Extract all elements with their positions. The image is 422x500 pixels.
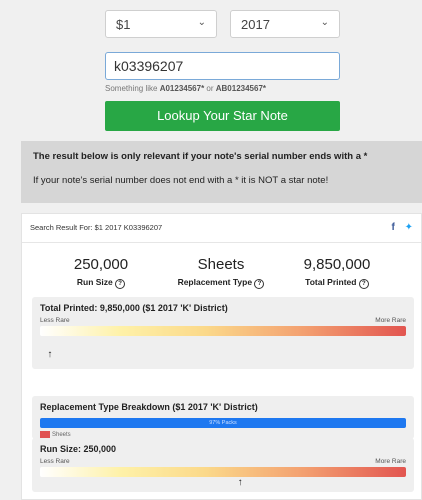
star-note-notice: The result below is only relevant if you… [21, 141, 422, 203]
facebook-icon[interactable]: f [391, 222, 394, 233]
question-icon[interactable]: ? [115, 279, 126, 289]
run-size-card: Run Size: 250,000 Less Rare More Rare ↑ [32, 438, 414, 492]
stat-label: Run Size [76, 277, 113, 287]
packs-bar: 97% Packs [40, 418, 406, 428]
card-title: Replacement Type Breakdown ($1 2017 'K' … [40, 402, 258, 412]
denomination-value: $1 [116, 17, 131, 32]
rarity-scale-labels: Less Rare More Rare [40, 317, 406, 324]
stat-label: Total Printed [305, 277, 357, 287]
twitter-icon[interactable]: ✦ [405, 222, 413, 233]
search-result-panel: Search Result For: $1 2017 K03396207 f ✦… [21, 213, 422, 500]
stat-label: Replacement Type [177, 277, 253, 287]
rarity-scale-labels: Less Rare More Rare [40, 458, 406, 465]
denomination-select[interactable]: $1 ⌄ [105, 10, 217, 38]
stat-value: 250,000 [73, 256, 129, 273]
stat-total-printed: 9,850,000 Total Printed ? [272, 256, 402, 289]
chevron-down-icon: ⌄ [320, 17, 329, 28]
serial-number-value: k03396207 [114, 58, 184, 74]
series-year-value: 2017 [241, 17, 270, 32]
notice-body: If your note's serial number does not en… [33, 175, 329, 186]
stat-value: Sheets [197, 256, 245, 273]
search-result-header: Search Result For: $1 2017 K03396207 f ✦ [22, 214, 421, 243]
stat-replacement-type: Sheets Replacement Type ? [156, 256, 286, 289]
serial-number-input[interactable]: k03396207 [105, 52, 340, 80]
card-title: Run Size: 250,000 [40, 444, 117, 454]
question-icon[interactable]: ? [358, 279, 369, 289]
up-arrow-icon: ↑ [237, 477, 243, 488]
stat-value: 9,850,000 [303, 256, 371, 273]
search-result-title: Search Result For: $1 2017 K03396207 [30, 223, 163, 232]
up-arrow-icon: ↑ [47, 349, 53, 360]
notice-heading: The result below is only relevant if you… [33, 151, 368, 162]
stat-run-size: 250,000 Run Size ? [36, 256, 166, 289]
series-year-select[interactable]: 2017 ⌄ [230, 10, 340, 38]
lookup-star-note-button[interactable]: Lookup Your Star Note [105, 101, 340, 131]
question-icon[interactable]: ? [254, 279, 265, 289]
replacement-breakdown-card: Replacement Type Breakdown ($1 2017 'K' … [32, 396, 414, 439]
card-title: Total Printed: 9,850,000 ($1 2017 'K' Di… [40, 303, 228, 313]
serial-hint: Something like A01234567* or AB01234567* [105, 84, 267, 93]
rarity-gradient-bar [40, 467, 406, 477]
chevron-down-icon: ⌄ [197, 17, 206, 28]
total-printed-card: Total Printed: 9,850,000 ($1 2017 'K' Di… [32, 297, 414, 369]
legend-swatch [40, 431, 50, 438]
social-share: f ✦ [391, 214, 413, 242]
rarity-gradient-bar [40, 326, 406, 336]
